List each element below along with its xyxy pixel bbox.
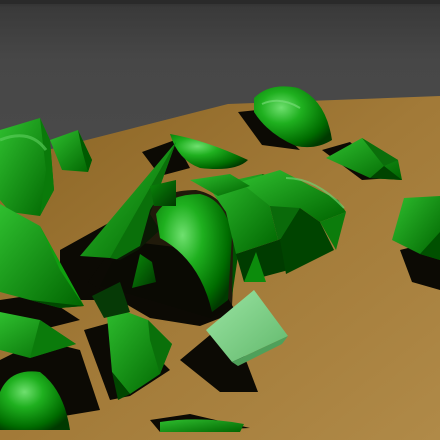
3d-viewport[interactable] bbox=[0, 0, 440, 440]
scene-canvas[interactable] bbox=[0, 0, 440, 440]
rock-top-left[interactable] bbox=[0, 118, 54, 216]
